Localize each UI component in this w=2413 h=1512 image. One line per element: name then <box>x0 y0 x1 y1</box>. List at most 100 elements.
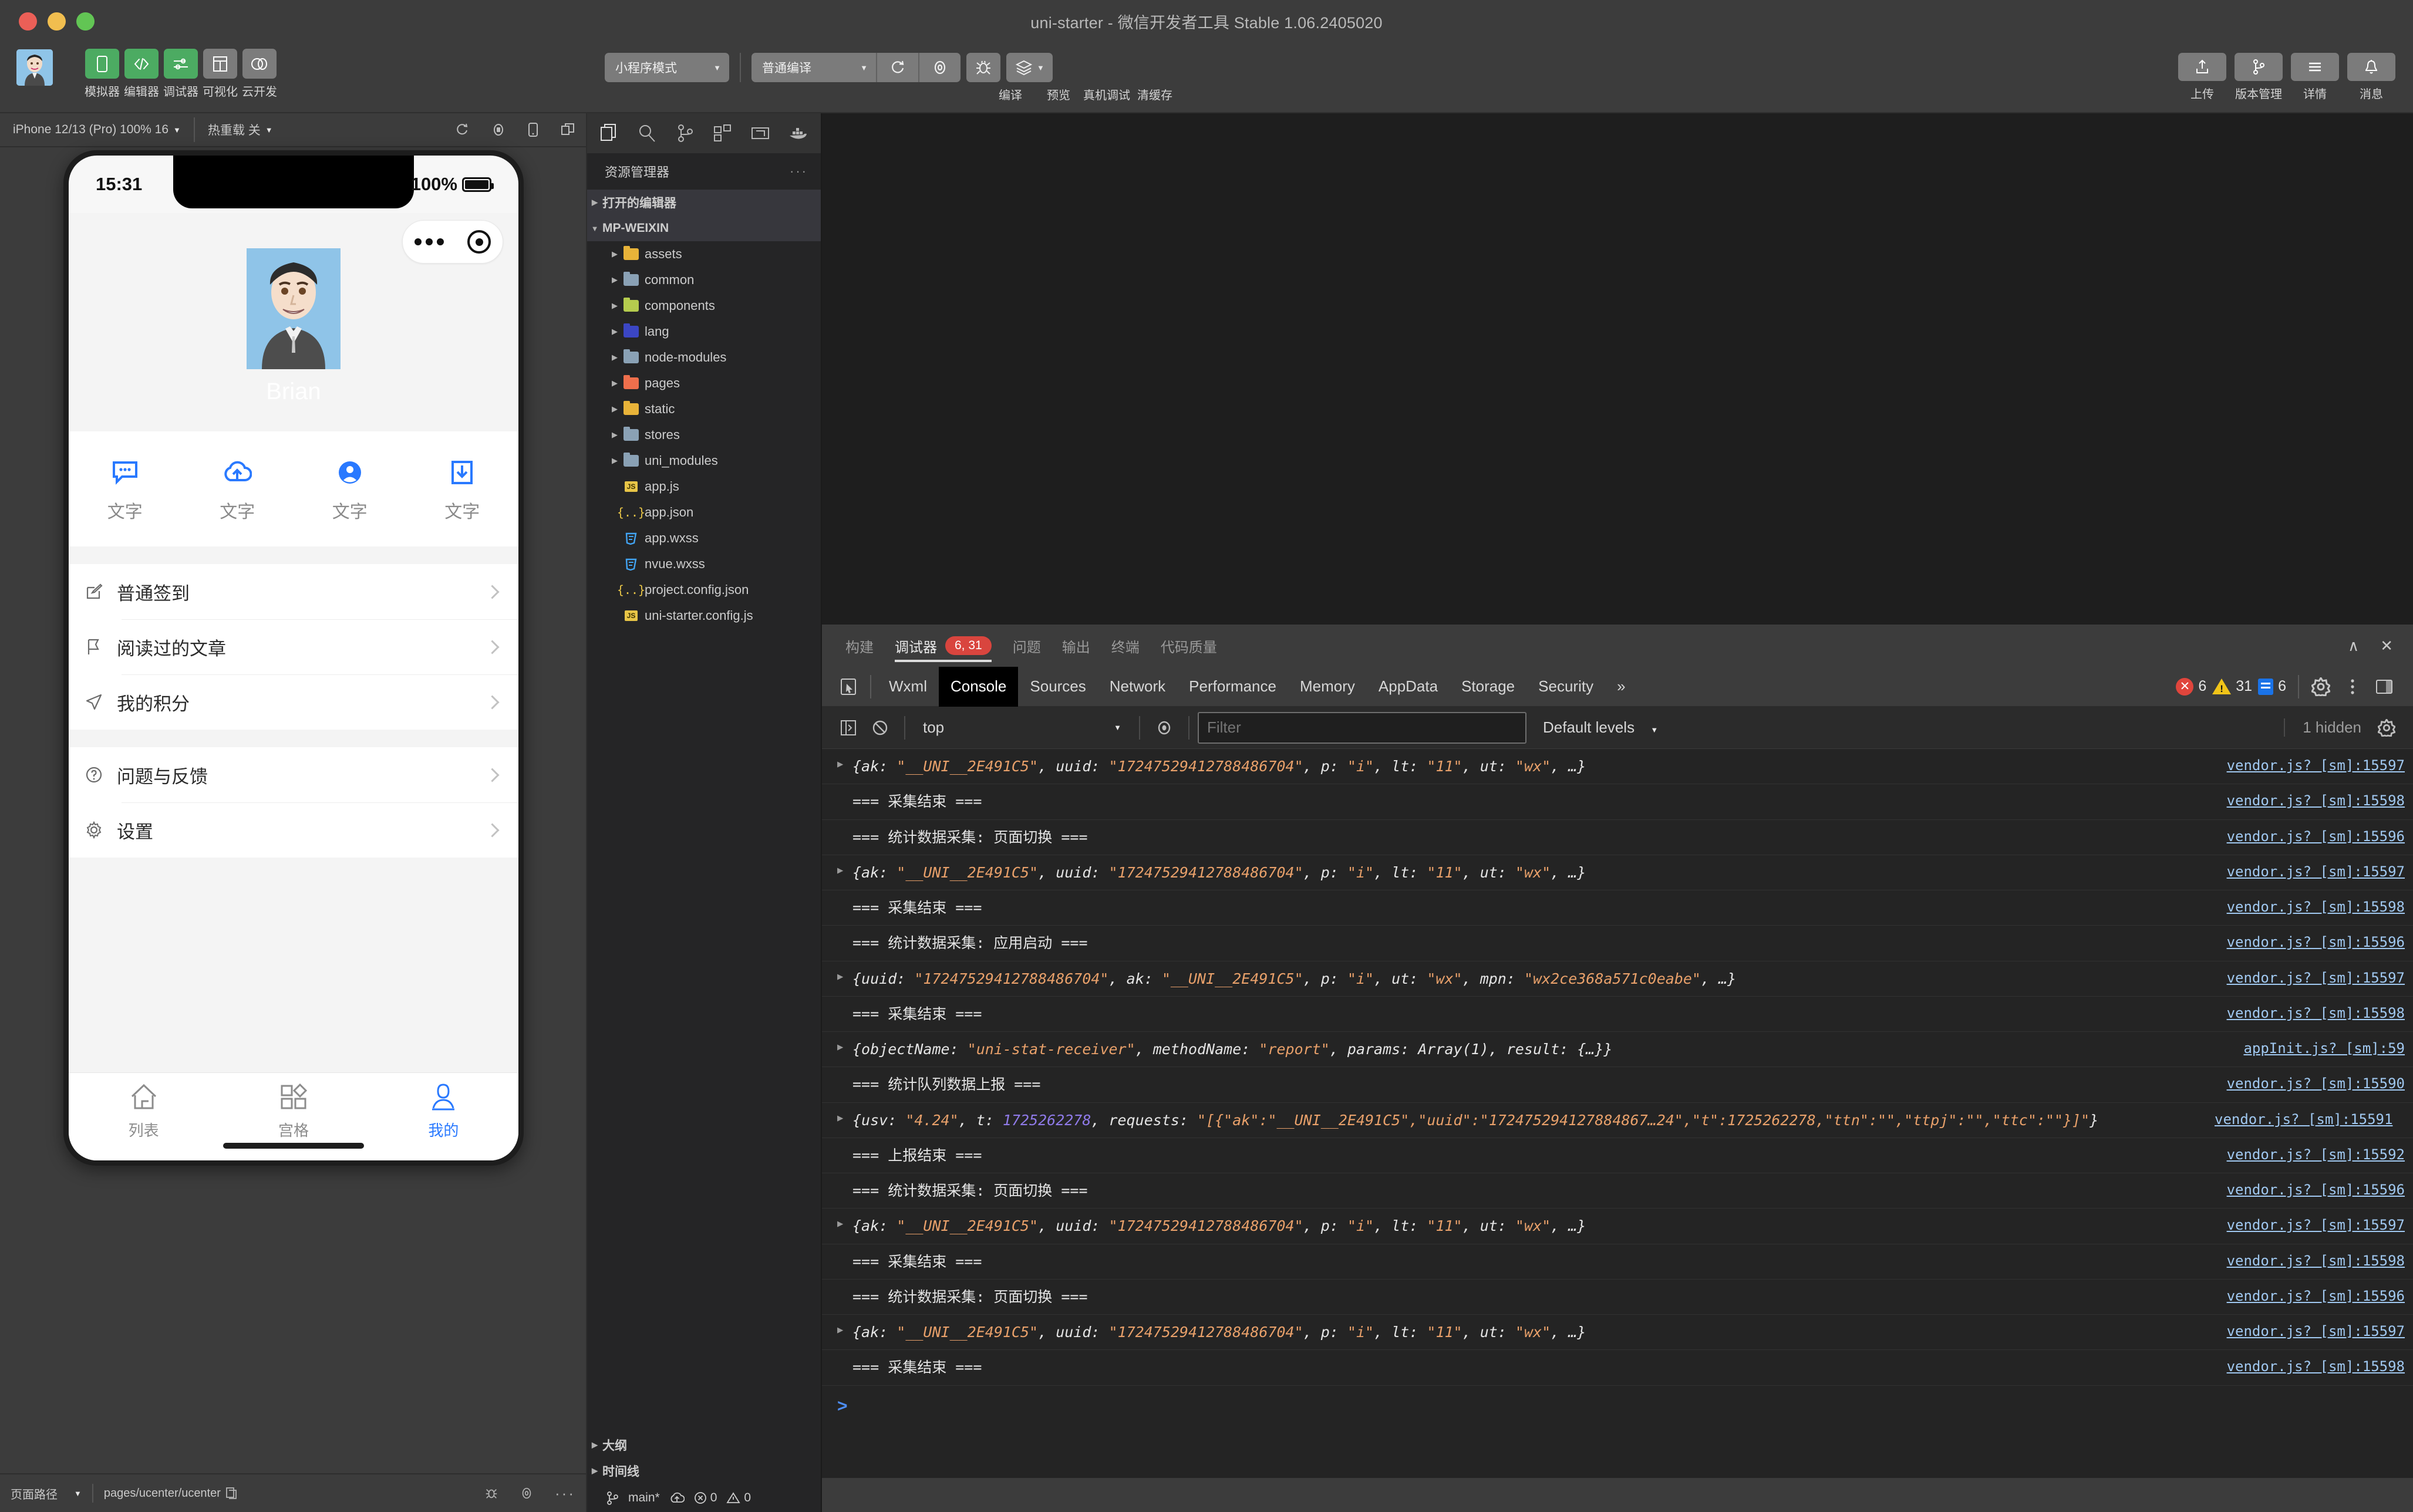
devtools-panel-tab[interactable]: Memory <box>1288 667 1367 707</box>
dock-side-icon[interactable] <box>2368 671 2400 703</box>
compile-button[interactable] <box>876 53 918 82</box>
toolbar-item-editor[interactable]: 编辑器 <box>124 49 159 99</box>
clear-console-icon[interactable] <box>864 712 896 744</box>
real-device-debug-button[interactable] <box>966 53 1000 82</box>
devtools-panel-tab[interactable]: Wxml <box>877 667 939 707</box>
info-count-group[interactable]: 6 <box>2258 678 2286 695</box>
menu-item-read-articles[interactable]: 阅读过的文章 <box>69 619 518 674</box>
error-count-group[interactable]: ✕ 6 <box>2176 678 2206 696</box>
console-log-row[interactable]: === 采集结束 ===vendor.js? [sm]:15598 <box>822 1244 2413 1280</box>
expand-arrow-icon[interactable]: ▶ <box>837 1103 852 1124</box>
console-source-link[interactable]: appInit.js? [sm]:59 <box>2232 1032 2405 1057</box>
console-source-link[interactable]: vendor.js? [sm]:15596 <box>2215 820 2405 845</box>
console-sidebar-toggle-icon[interactable] <box>833 712 864 744</box>
warning-count-group[interactable]: 0 <box>726 1491 751 1505</box>
console-log-row[interactable]: ▶{ak: "__UNI__2E491C5", uuid: "172475294… <box>822 1315 2413 1350</box>
collapse-panel-button[interactable]: ∧ <box>2348 637 2359 655</box>
expand-arrow-icon[interactable]: ▶ <box>837 749 852 770</box>
console-log-row[interactable]: ▶{usv: "4.24", t: 1725262278, requests: … <box>822 1103 2413 1138</box>
version-manage-button[interactable]: 版本管理 <box>2235 53 2283 102</box>
toolbar-item-debugger[interactable]: 调试器 <box>164 49 198 99</box>
console-source-link[interactable]: vendor.js? [sm]:15597 <box>2215 1209 2405 1233</box>
editor-blank-area[interactable] <box>822 113 2413 625</box>
console-source-link[interactable]: vendor.js? [sm]:15591 <box>2203 1103 2392 1128</box>
extensions-icon[interactable] <box>709 120 736 147</box>
toolbar-item-cloud[interactable]: 云开发 <box>242 49 277 99</box>
tree-item[interactable]: ▶common <box>587 267 821 293</box>
console-source-link[interactable]: vendor.js? [sm]:15596 <box>2215 1173 2405 1198</box>
tree-item[interactable]: ▶lang <box>587 319 821 345</box>
console-source-link[interactable]: vendor.js? [sm]:15598 <box>2215 1350 2405 1375</box>
console-log-row[interactable]: === 统计数据采集: 页面切换 ===vendor.js? [sm]:1559… <box>822 1173 2413 1209</box>
toolbar-item-visualize[interactable]: 可视化 <box>203 49 237 99</box>
tree-section-root[interactable]: ▼ MP-WEIXIN <box>587 215 821 241</box>
search-icon[interactable] <box>633 120 660 147</box>
console-source-link[interactable]: vendor.js? [sm]:15598 <box>2215 997 2405 1021</box>
upload-button[interactable]: 上传 <box>2178 53 2226 102</box>
hot-reload-select[interactable]: 热重载 关 ▼ <box>195 113 286 147</box>
console-source-link[interactable]: vendor.js? [sm]:15596 <box>2215 1280 2405 1304</box>
footer-more-button[interactable]: ··· <box>544 1484 586 1503</box>
console-log-row[interactable]: === 上报结束 ===vendor.js? [sm]:15592 <box>822 1138 2413 1173</box>
simulator-detach-button[interactable] <box>550 122 586 137</box>
menu-item-settings[interactable]: 设置 <box>69 802 518 858</box>
explorer-icon[interactable] <box>596 120 623 147</box>
console-source-link[interactable]: vendor.js? [sm]:15598 <box>2215 784 2405 809</box>
devtools-outer-tab[interactable]: 终端 <box>1111 625 1140 667</box>
console-filter-input[interactable] <box>1198 712 1526 744</box>
context-select[interactable]: top ▼ <box>914 712 1131 744</box>
menu-item-my-points[interactable]: 我的积分 <box>69 674 518 730</box>
footer-debug-button[interactable] <box>474 1486 509 1500</box>
mode-select[interactable]: 小程序模式 ▼ <box>605 53 729 82</box>
devtools-outer-tab[interactable]: 问题 <box>1013 625 1041 667</box>
simulator-refresh-button[interactable] <box>444 122 480 137</box>
console-source-link[interactable]: vendor.js? [sm]:15590 <box>2215 1067 2405 1092</box>
source-control-icon[interactable] <box>672 120 699 147</box>
tree-item[interactable]: nvue.wxss <box>587 551 821 577</box>
simulator-device-button[interactable] <box>517 122 550 137</box>
quick-action-download[interactable]: 文字 <box>444 457 480 523</box>
inspect-element-icon[interactable] <box>833 671 864 703</box>
footer-preview-button[interactable] <box>509 1486 544 1500</box>
tree-item[interactable]: ▶static <box>587 396 821 422</box>
explorer-more-icon[interactable]: ··· <box>790 164 808 179</box>
console-source-link[interactable]: vendor.js? [sm]:15597 <box>2215 855 2405 880</box>
hidden-messages-count[interactable]: 1 hidden <box>2284 718 2371 737</box>
devtools-panel-tab[interactable]: Network <box>1098 667 1177 707</box>
expand-arrow-icon[interactable]: ▶ <box>837 961 852 983</box>
console-log-list[interactable]: ▶{ak: "__UNI__2E491C5", uuid: "172475294… <box>822 749 2413 1478</box>
console-log-row[interactable]: ▶{objectName: "uni-stat-receiver", metho… <box>822 1032 2413 1067</box>
warning-count-group[interactable]: 31 <box>2212 678 2252 695</box>
devtools-panel-tab[interactable]: Performance <box>1177 667 1288 707</box>
console-source-link[interactable]: vendor.js? [sm]:15598 <box>2215 1244 2405 1269</box>
devtools-panel-tab[interactable]: Console <box>939 667 1018 707</box>
console-source-link[interactable]: vendor.js? [sm]:15597 <box>2215 961 2405 986</box>
console-log-row[interactable]: === 统计队列数据上报 ===vendor.js? [sm]:15590 <box>822 1067 2413 1102</box>
clear-cache-button[interactable]: ▼ <box>1006 53 1053 82</box>
tree-item[interactable]: app.wxss <box>587 525 821 551</box>
page-path-select[interactable]: 页面路径 ▼ <box>0 1485 92 1502</box>
quick-action-chat[interactable]: 文字 <box>107 457 143 523</box>
devtools-panel-tab[interactable]: Storage <box>1450 667 1526 707</box>
console-log-row[interactable]: === 统计数据采集: 页面切换 ===vendor.js? [sm]:1559… <box>822 820 2413 855</box>
tree-section-open-editors[interactable]: ▶ 打开的编辑器 <box>587 190 821 215</box>
console-settings-gear-icon[interactable] <box>2371 712 2402 744</box>
devtools-panel-tab[interactable]: Security <box>1526 667 1605 707</box>
simulator-record-button[interactable] <box>480 122 517 137</box>
user-avatar[interactable] <box>16 49 53 86</box>
tree-item[interactable]: JSuni-starter.config.js <box>587 603 821 629</box>
tree-item[interactable]: {..}app.json <box>587 500 821 525</box>
profile-avatar[interactable] <box>247 248 341 369</box>
console-source-link[interactable]: vendor.js? [sm]:15592 <box>2215 1138 2405 1163</box>
console-input-prompt[interactable]: > <box>822 1386 2413 1440</box>
live-expression-eye-icon[interactable] <box>1148 712 1180 744</box>
console-log-row[interactable]: ▶{ak: "__UNI__2E491C5", uuid: "172475294… <box>822 855 2413 890</box>
tree-item[interactable]: ▶uni_modules <box>587 448 821 474</box>
tree-item[interactable]: JSapp.js <box>587 474 821 500</box>
settings-gear-icon[interactable] <box>2305 671 2337 703</box>
docker-icon[interactable] <box>785 120 812 147</box>
expand-arrow-icon[interactable]: ▶ <box>837 1209 852 1230</box>
quick-action-profile[interactable]: 文字 <box>332 457 368 523</box>
expand-arrow-icon[interactable]: ▶ <box>837 1032 852 1053</box>
expand-arrow-icon[interactable]: ▶ <box>837 855 852 876</box>
